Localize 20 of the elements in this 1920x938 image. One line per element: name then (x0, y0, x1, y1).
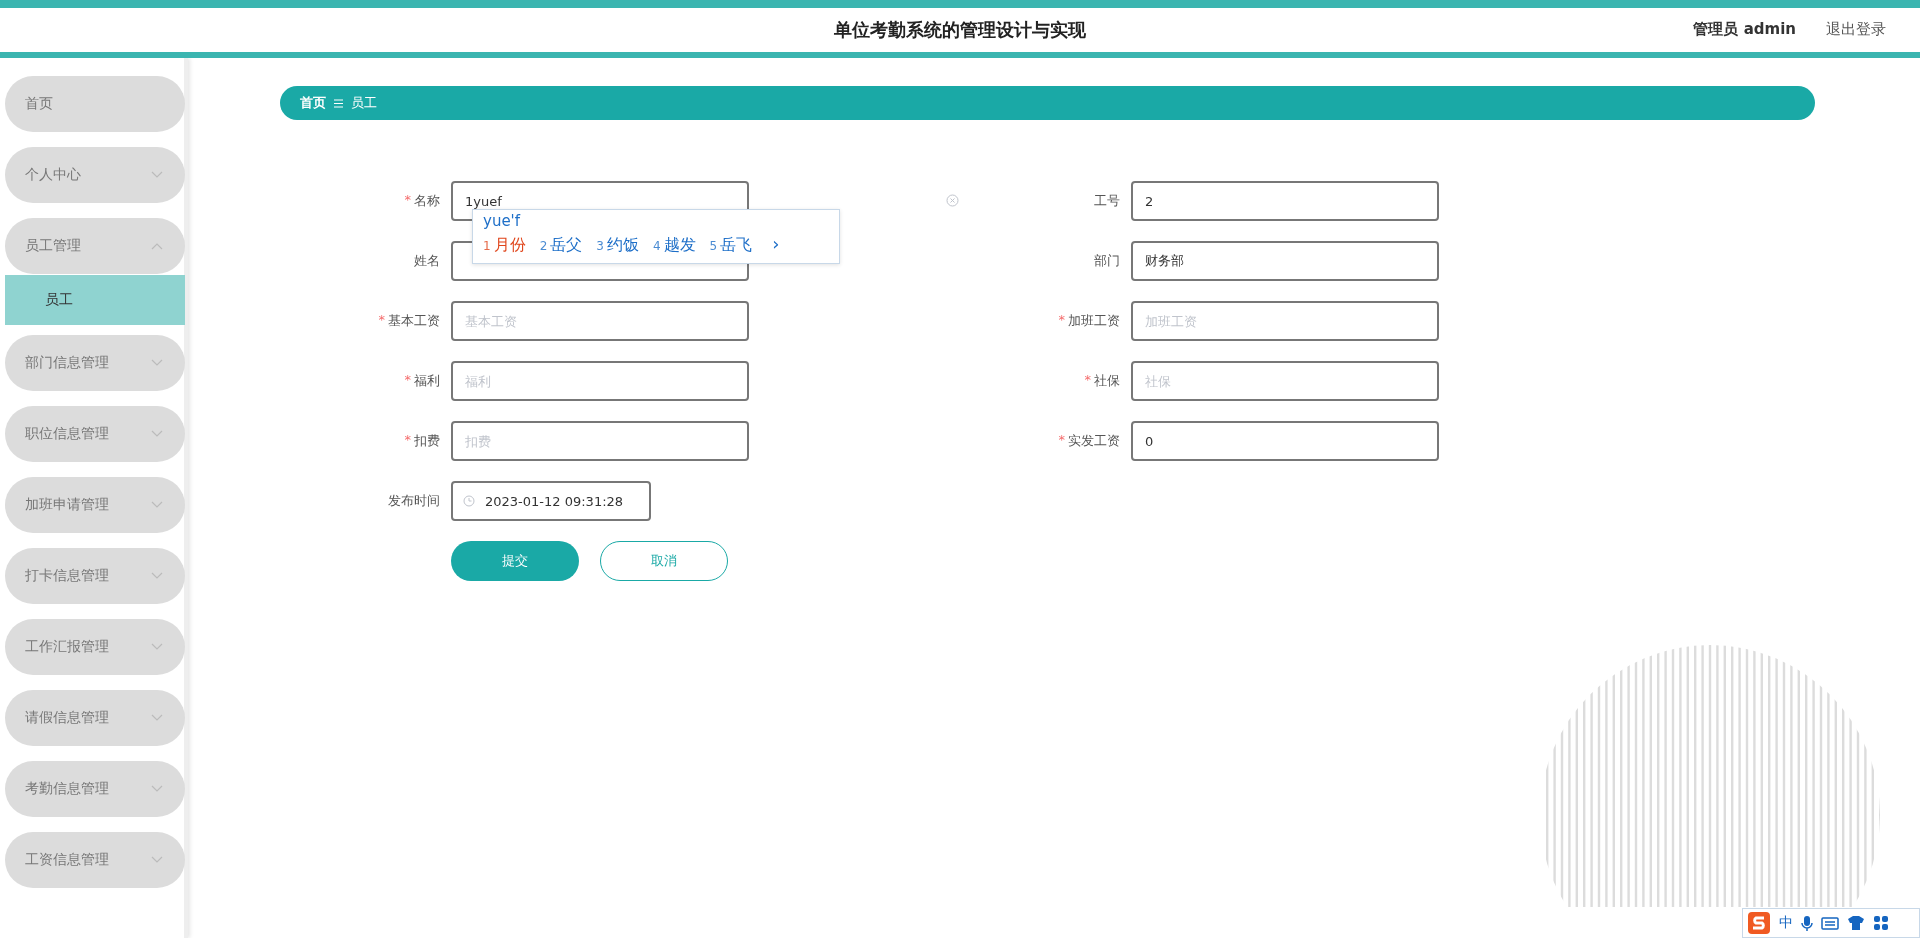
field-label: 社保 (1094, 372, 1120, 390)
field-label: 实发工资 (1068, 432, 1120, 450)
field-label: 部门 (1094, 252, 1120, 270)
required-mark: * (404, 192, 411, 209)
field-label: 名称 (414, 192, 440, 210)
field-label: 扣费 (414, 432, 440, 450)
required-mark: * (1084, 372, 1091, 389)
required-mark: * (404, 432, 411, 449)
user-label: 管理员 admin (1693, 20, 1796, 39)
app-title: 单位考勤系统的管理设计与实现 (834, 18, 1086, 42)
field-label: 姓名 (414, 252, 440, 270)
required-mark: * (1058, 312, 1065, 329)
field-label: 基本工资 (388, 312, 440, 330)
required-mark: * (404, 372, 411, 389)
field-label: 加班工资 (1068, 312, 1120, 330)
field-label: 工号 (1094, 192, 1120, 210)
required-mark: * (378, 312, 385, 329)
field-label: 福利 (414, 372, 440, 390)
field-label: 发布时间 (388, 492, 440, 510)
required-mark: * (1058, 432, 1065, 449)
